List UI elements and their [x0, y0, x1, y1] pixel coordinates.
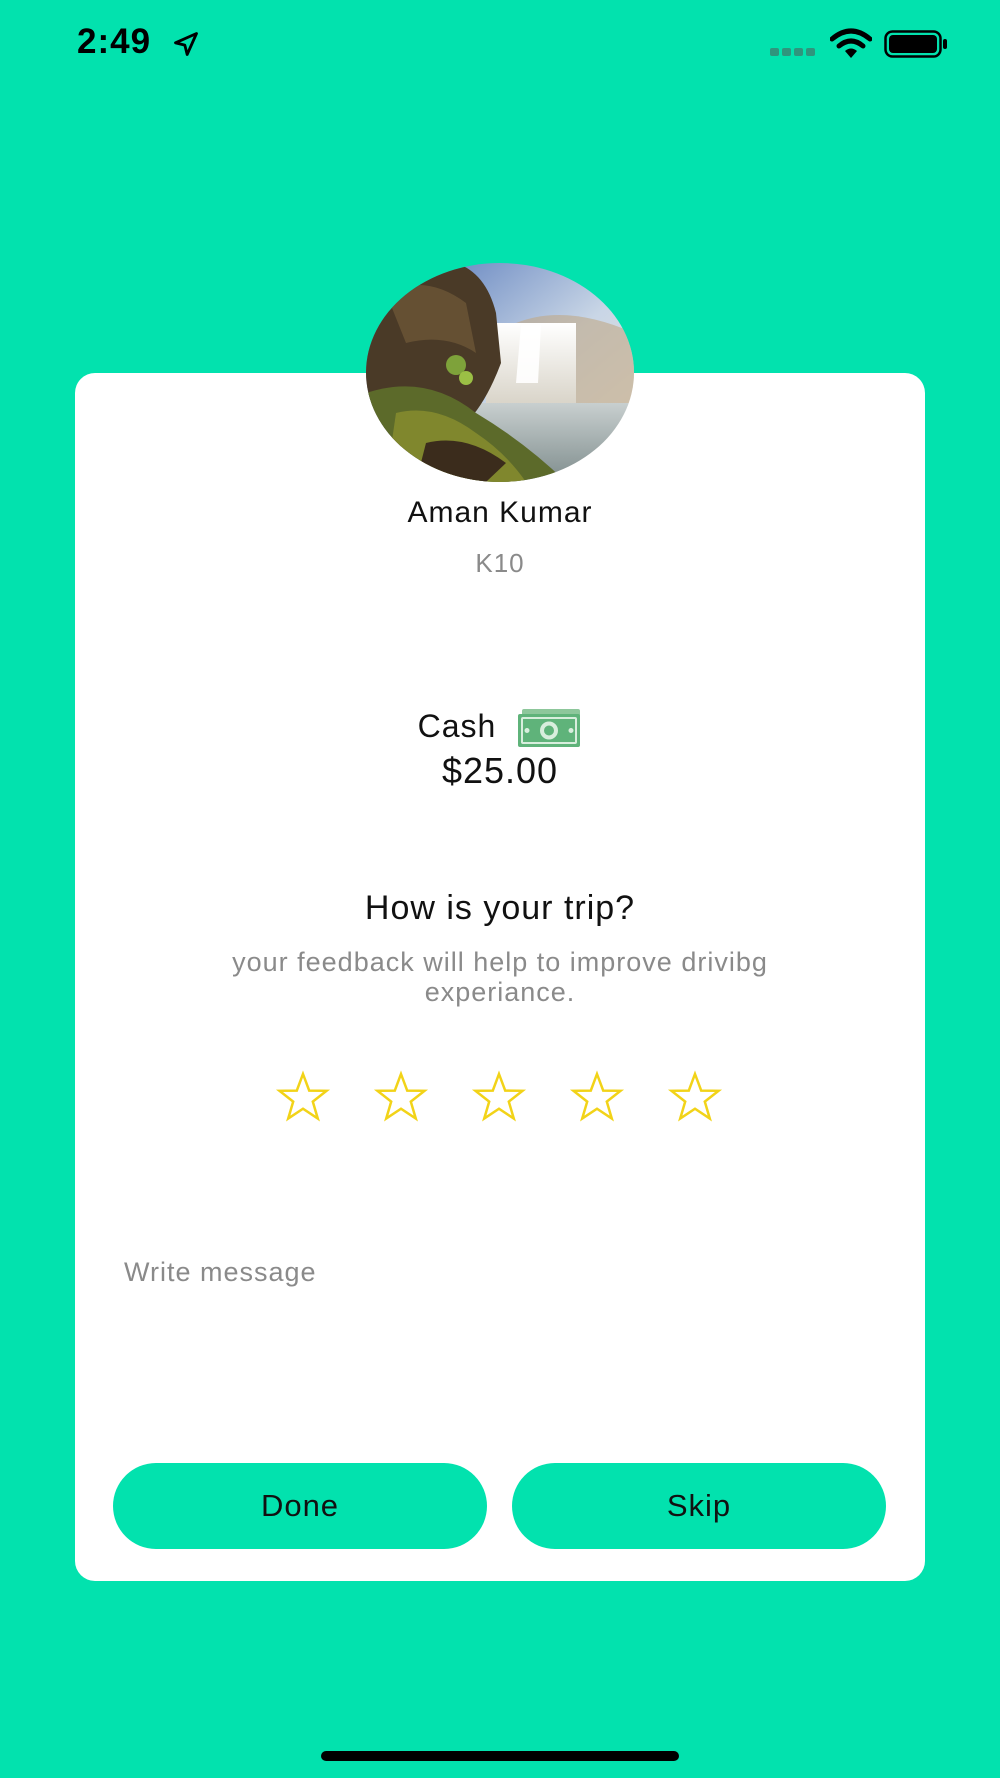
driver-name: Aman Kumar: [407, 496, 593, 529]
payment-method: Cash: [417, 707, 497, 744]
status-time: 2:49: [77, 22, 152, 61]
location-arrow-icon: [174, 32, 198, 56]
star-icon-4[interactable]: [569, 1070, 625, 1126]
wifi-icon: [830, 28, 872, 58]
status-bar: 2:49: [0, 0, 1000, 90]
star-icon-5[interactable]: [667, 1070, 723, 1126]
waterfall-landscape-photo: [366, 263, 634, 482]
message-input[interactable]: [110, 1245, 890, 1415]
home-indicator: [321, 1751, 679, 1761]
star-icon-2[interactable]: [373, 1070, 429, 1126]
done-button[interactable]: Done: [113, 1463, 487, 1549]
star-rating: [0, 1070, 1000, 1130]
cellular-signal-icon: [770, 48, 815, 56]
star-icon-3[interactable]: [471, 1070, 527, 1126]
battery-icon: [884, 30, 947, 58]
vehicle-code: K10: [475, 548, 525, 578]
payment-row: Cash: [0, 705, 1000, 747]
driver-avatar: [366, 263, 634, 482]
rating-title: How is your trip?: [364, 889, 636, 927]
star-icon-1[interactable]: [275, 1070, 331, 1126]
rating-subtitle: your feedback will help to improve drivi…: [232, 947, 768, 1007]
skip-button[interactable]: Skip: [512, 1463, 886, 1549]
cash-money-icon: [518, 709, 581, 747]
fare-amount: $25.00: [441, 750, 559, 791]
